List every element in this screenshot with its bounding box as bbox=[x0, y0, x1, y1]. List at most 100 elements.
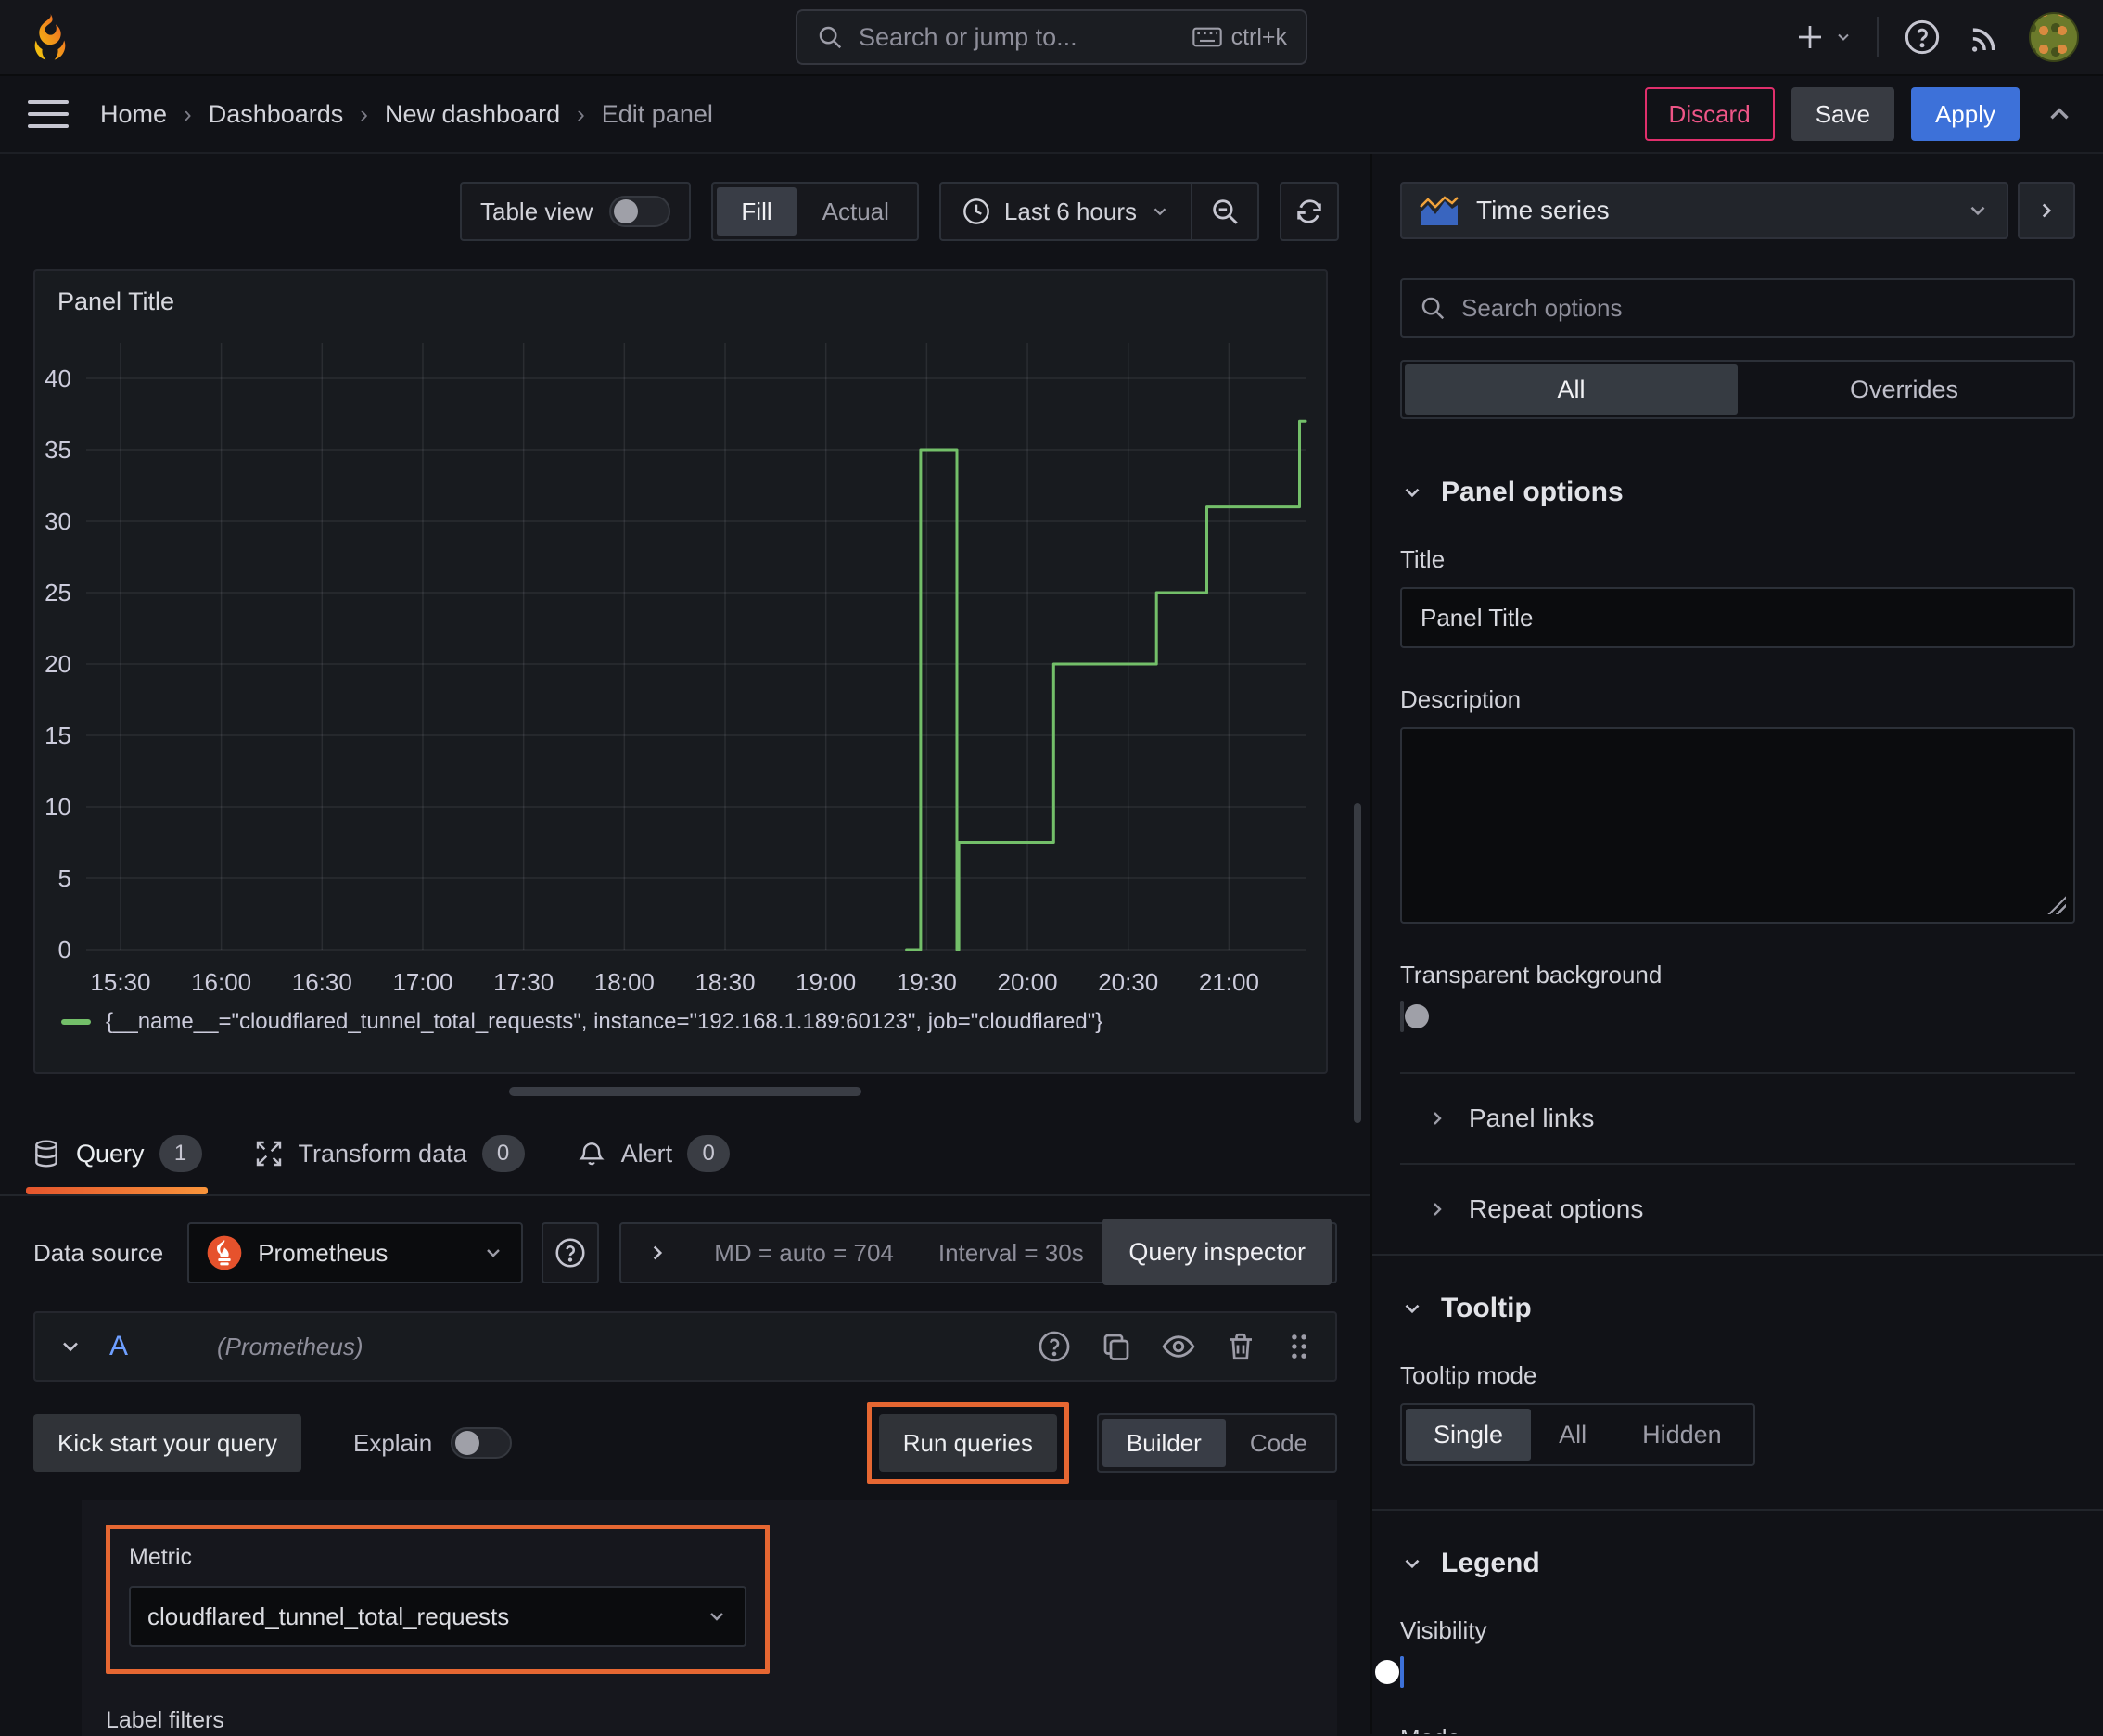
actual-option[interactable]: Actual bbox=[798, 187, 913, 236]
query-row-header[interactable]: A (Prometheus) bbox=[33, 1311, 1337, 1382]
svg-text:20: 20 bbox=[45, 650, 71, 678]
chart-legend[interactable]: {__name__="cloudflared_tunnel_total_requ… bbox=[35, 1009, 1326, 1035]
visualization-select[interactable]: Time series bbox=[1400, 182, 2008, 239]
trash-icon[interactable] bbox=[1224, 1330, 1257, 1363]
tooltip-mode-hidden[interactable]: Hidden bbox=[1614, 1409, 1750, 1461]
legend-title: Legend bbox=[1441, 1548, 1540, 1578]
time-range-picker: Last 6 hours bbox=[938, 182, 1259, 241]
svg-text:35: 35 bbox=[45, 436, 71, 464]
save-button[interactable]: Save bbox=[1791, 87, 1894, 141]
description-field-label: Description bbox=[1400, 685, 1522, 713]
chevron-right-icon bbox=[645, 1241, 669, 1265]
scrollbar-thumb[interactable] bbox=[1354, 803, 1361, 1123]
max-data-points-stat: MD = auto = 704 bbox=[714, 1238, 894, 1267]
legend-header[interactable]: Legend bbox=[1400, 1548, 2075, 1579]
query-ref-id[interactable]: A bbox=[109, 1331, 128, 1362]
news-rss-icon[interactable] bbox=[1966, 18, 2005, 57]
tab-query[interactable]: Query 1 bbox=[26, 1135, 208, 1194]
metric-highlight-box: Metric cloudflared_tunnel_total_requests bbox=[106, 1525, 770, 1674]
chevron-right-icon bbox=[1426, 1198, 1448, 1220]
drag-handle-icon[interactable] bbox=[1285, 1331, 1313, 1362]
database-icon bbox=[32, 1139, 61, 1168]
grafana-logo-icon[interactable] bbox=[24, 10, 76, 64]
breadcrumb-dashboards[interactable]: Dashboards bbox=[209, 100, 344, 129]
breadcrumb: Home › Dashboards › New dashboard › Edit… bbox=[100, 100, 713, 129]
transparent-background-toggle[interactable] bbox=[1400, 1001, 1429, 1032]
code-option[interactable]: Code bbox=[1226, 1419, 1332, 1467]
time-range-label: Last 6 hours bbox=[1003, 197, 1137, 225]
help-icon[interactable] bbox=[1903, 18, 1942, 57]
query-editor-toolbar: Kick start your query Explain Run querie… bbox=[33, 1402, 1337, 1484]
chevron-down-icon[interactable] bbox=[57, 1334, 83, 1359]
query-section-tabs: Query 1 Transform data 0 Alert 0 bbox=[0, 1115, 1370, 1196]
tab-alert[interactable]: Alert 0 bbox=[577, 1135, 731, 1194]
builder-code-group: Builder Code bbox=[1096, 1413, 1337, 1473]
tab-overrides[interactable]: Overrides bbox=[1738, 364, 2071, 415]
tooltip-mode-label: Tooltip mode bbox=[1400, 1361, 1537, 1389]
time-series-chart[interactable]: 0 5 10 15 20 25 30 35 40 15:30 16:00 16:30 17:00 17:3… bbox=[35, 330, 1326, 1007]
toggle-viz-picker-button[interactable] bbox=[2018, 182, 2075, 239]
repeat-options-section[interactable]: Repeat options bbox=[1400, 1165, 2075, 1254]
svg-text:21:00: 21:00 bbox=[1199, 968, 1259, 996]
query-inspector-button[interactable]: Query inspector bbox=[1102, 1219, 1332, 1285]
new-dropdown-button[interactable] bbox=[1793, 20, 1853, 54]
tooltip-mode-single[interactable]: Single bbox=[1406, 1409, 1532, 1461]
refresh-button[interactable] bbox=[1280, 182, 1339, 241]
svg-text:25: 25 bbox=[45, 579, 71, 606]
breadcrumb-home[interactable]: Home bbox=[100, 100, 167, 129]
table-view-control: Table view bbox=[460, 182, 692, 241]
user-avatar[interactable] bbox=[2029, 12, 2079, 62]
tab-alert-label: Alert bbox=[620, 1139, 673, 1168]
global-search-input[interactable]: Search or jump to... ctrl+k bbox=[796, 9, 1307, 65]
duplicate-icon[interactable] bbox=[1100, 1330, 1133, 1363]
breadcrumb-new-dashboard[interactable]: New dashboard bbox=[385, 100, 560, 129]
panel-view-toolbar: Table view Fill Actual Last 6 hours bbox=[0, 154, 1370, 269]
fill-option[interactable]: Fill bbox=[717, 187, 797, 236]
search-options-input[interactable]: Search options bbox=[1400, 278, 2075, 338]
chevron-up-icon[interactable] bbox=[2044, 98, 2075, 130]
table-view-toggle[interactable] bbox=[609, 196, 671, 227]
tab-all[interactable]: All bbox=[1405, 364, 1738, 415]
legend-mode-label: Mode bbox=[1400, 1724, 2075, 1734]
time-range-button[interactable]: Last 6 hours bbox=[941, 184, 1191, 239]
legend-visibility-toggle[interactable] bbox=[1375, 1656, 1404, 1688]
apply-button[interactable]: Apply bbox=[1910, 87, 2020, 141]
top-bar: Search or jump to... ctrl+k bbox=[0, 0, 2103, 76]
explain-toggle[interactable] bbox=[451, 1427, 513, 1459]
panel-title-input[interactable]: Panel Title bbox=[1400, 587, 2075, 648]
resize-grip-icon[interactable] bbox=[2046, 894, 2066, 914]
chart-panel[interactable]: Panel Title 0 5 10 15 20 25 30 35 40 15:30 16:00 16… bbox=[33, 269, 1328, 1074]
transform-icon bbox=[254, 1139, 284, 1168]
metric-label: Metric bbox=[129, 1544, 193, 1570]
builder-option[interactable]: Builder bbox=[1102, 1419, 1226, 1467]
search-icon bbox=[816, 23, 844, 51]
zoom-out-time-button[interactable] bbox=[1191, 184, 1257, 239]
title-field-label: Title bbox=[1400, 545, 1446, 573]
svg-text:19:00: 19:00 bbox=[796, 968, 856, 996]
help-icon[interactable] bbox=[1037, 1329, 1072, 1364]
menu-toggle-icon[interactable] bbox=[28, 100, 69, 128]
discard-button[interactable]: Discard bbox=[1644, 87, 1775, 141]
panel-options-header[interactable]: Panel options bbox=[1400, 477, 2075, 508]
datasource-help-button[interactable] bbox=[542, 1222, 600, 1283]
legend-series-label[interactable]: {__name__="cloudflared_tunnel_total_requ… bbox=[106, 1009, 1102, 1035]
run-queries-button[interactable]: Run queries bbox=[878, 1414, 1057, 1472]
svg-text:20:30: 20:30 bbox=[1098, 968, 1158, 996]
tooltip-header[interactable]: Tooltip bbox=[1400, 1293, 2075, 1324]
pane-resize-handle[interactable] bbox=[509, 1087, 861, 1096]
all-overrides-tabs: All Overrides bbox=[1400, 360, 2075, 419]
tab-transform-data[interactable]: Transform data 0 bbox=[254, 1135, 525, 1194]
breadcrumb-edit-panel: Edit panel bbox=[601, 99, 713, 128]
tab-query-label: Query bbox=[76, 1139, 145, 1168]
time-series-viz-icon bbox=[1419, 194, 1459, 227]
tooltip-mode-all[interactable]: All bbox=[1531, 1409, 1614, 1461]
datasource-select[interactable]: Prometheus bbox=[187, 1222, 524, 1283]
panel-links-section[interactable]: Panel links bbox=[1400, 1074, 2075, 1163]
table-view-label: Table view bbox=[480, 197, 593, 225]
tab-transform-count: 0 bbox=[481, 1135, 525, 1172]
tab-query-count: 1 bbox=[159, 1135, 202, 1172]
metric-select[interactable]: cloudflared_tunnel_total_requests bbox=[129, 1586, 746, 1647]
hide-response-eye-icon[interactable] bbox=[1161, 1329, 1196, 1364]
kickstart-query-button[interactable]: Kick start your query bbox=[33, 1414, 301, 1472]
description-textarea[interactable] bbox=[1400, 727, 2075, 924]
